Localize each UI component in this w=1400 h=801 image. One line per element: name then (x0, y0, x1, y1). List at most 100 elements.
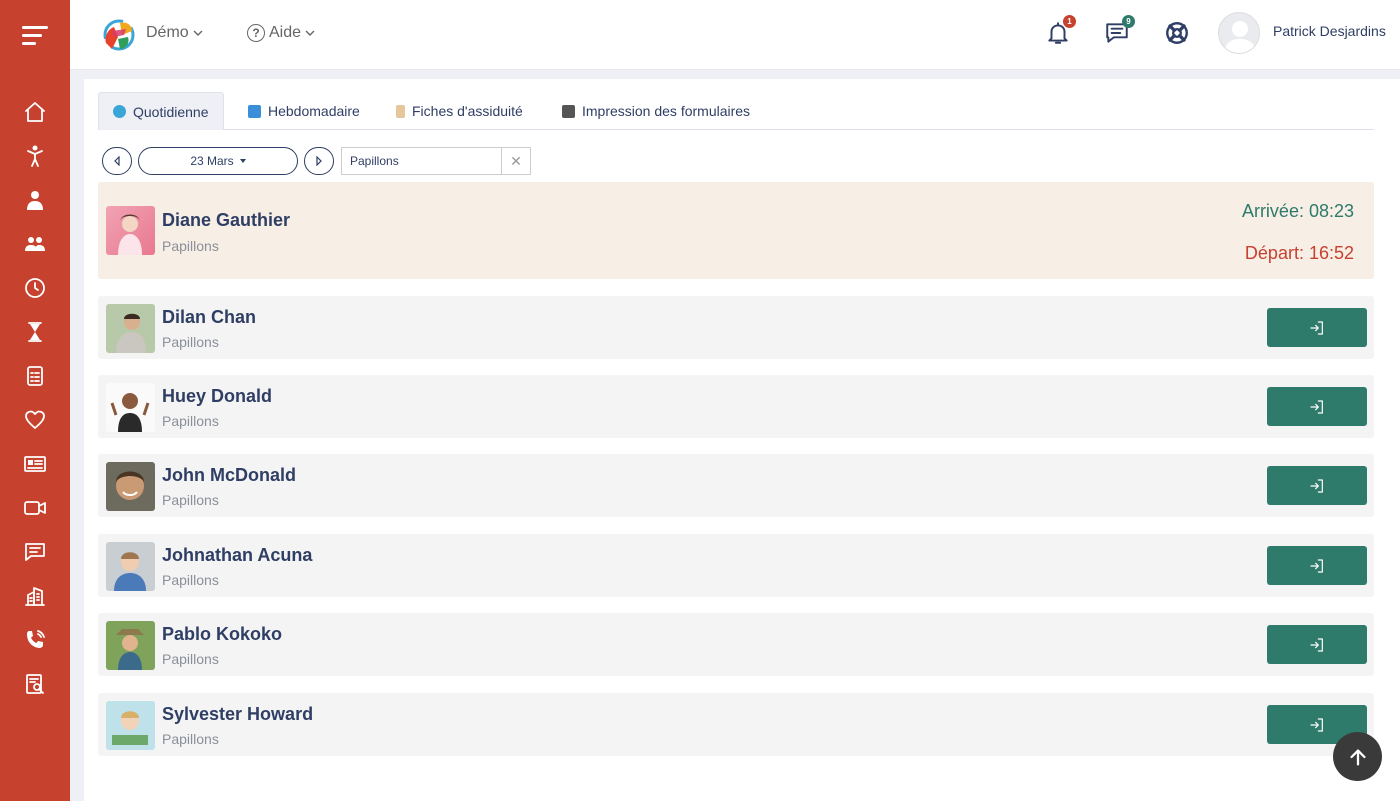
child-photo (106, 542, 155, 591)
org-menu[interactable]: Démo (146, 24, 203, 42)
child-name: Johnathan Acuna (162, 545, 313, 565)
triangle-right-icon (316, 156, 322, 166)
check-in-button[interactable] (1267, 308, 1367, 347)
report-icon[interactable] (22, 671, 48, 697)
sign-in-icon (1310, 320, 1323, 335)
notifications-button[interactable]: 1 (1045, 15, 1076, 48)
sign-in-icon (1310, 478, 1323, 493)
support-button[interactable] (1164, 20, 1192, 48)
clock-icon[interactable] (22, 275, 48, 301)
triangle-left-icon (114, 156, 120, 166)
group-filter[interactable]: Papillons ✕ (341, 147, 531, 175)
child-photo (106, 701, 155, 750)
clear-filter-icon[interactable]: ✕ (501, 148, 530, 174)
staff-icon[interactable] (22, 187, 48, 213)
check-in-button[interactable] (1267, 625, 1367, 664)
attendance-panel: Quotidienne Hebdomadaire Fiches d'assidu… (84, 79, 1400, 801)
notifications-badge: 1 (1063, 15, 1076, 28)
video-icon[interactable] (22, 495, 48, 521)
help-menu[interactable]: ? Aide (247, 24, 315, 42)
user-silhouette-icon (1224, 21, 1256, 53)
child-photo (106, 462, 155, 511)
child-group: Papillons (162, 651, 219, 667)
group-filter-value[interactable]: Papillons (342, 148, 501, 174)
user-avatar[interactable] (1218, 12, 1260, 54)
child-row[interactable]: Pablo Kokoko Papillons (98, 613, 1374, 676)
message-icon[interactable] (22, 539, 48, 565)
checklist-icon[interactable] (22, 363, 48, 389)
heart-icon[interactable] (22, 407, 48, 433)
child-row[interactable]: Sylvester Howard Papillons (98, 693, 1374, 756)
tab-daily[interactable]: Quotidienne (98, 92, 224, 130)
sign-in-icon (1310, 558, 1323, 573)
child-group: Papillons (162, 334, 219, 350)
check-in-button[interactable] (1267, 546, 1367, 585)
building-icon[interactable] (22, 583, 48, 609)
child-name: Huey Donald (162, 386, 273, 406)
phone-icon[interactable] (22, 627, 48, 653)
child-row[interactable]: John McDonald Papillons (98, 454, 1374, 517)
check-in-button[interactable] (1267, 387, 1367, 426)
sign-in-icon (1310, 399, 1323, 414)
child-row-present[interactable]: Diane Gauthier Papillons Arrivée: 08:23 … (98, 182, 1374, 279)
tab-print-forms-label: Impression des formulaires (582, 103, 751, 119)
tab-weekly-label: Hebdomadaire (268, 103, 360, 119)
hourglass-icon[interactable] (22, 319, 48, 345)
clock-icon (113, 105, 126, 118)
arrival-time: Arrivée: 08:23 (1241, 201, 1354, 221)
child-name: John McDonald (162, 465, 296, 485)
departure-time: Départ: 16:52 (1244, 243, 1354, 263)
child-name: Pablo Kokoko (162, 624, 283, 644)
date-picker-label: 23 Mars (190, 154, 234, 168)
sidebar (0, 0, 70, 801)
user-name[interactable]: Patrick Desjardins (1273, 23, 1386, 39)
view-tabs: Quotidienne Hebdomadaire Fiches d'assidu… (98, 92, 1374, 130)
previous-day-button[interactable] (102, 147, 132, 175)
top-header: Démo ? Aide 1 9 Patrick Desjardins (70, 0, 1400, 70)
child-name: Diane Gauthier (162, 210, 291, 230)
check-in-button[interactable] (1267, 466, 1367, 505)
tab-weekly[interactable]: Hebdomadaire (234, 92, 374, 130)
home-icon[interactable] (22, 99, 48, 125)
logo-icon (103, 19, 135, 51)
arrow-up-icon (1349, 748, 1366, 765)
child-name: Dilan Chan (162, 307, 257, 327)
org-menu-label: Démo (146, 24, 189, 41)
tab-attendance-sheets[interactable]: Fiches d'assiduité (382, 92, 537, 130)
hand-icon (396, 104, 405, 118)
tab-print-forms[interactable]: Impression des formulaires (548, 92, 764, 130)
sign-in-icon (1310, 637, 1323, 652)
groups-icon[interactable] (22, 231, 48, 257)
printer-icon (562, 104, 575, 118)
calendar-icon (248, 104, 261, 118)
lifebuoy-icon (1166, 22, 1188, 44)
messages-button[interactable]: 9 (1104, 15, 1135, 48)
child-photo (106, 304, 155, 353)
next-day-button[interactable] (304, 147, 334, 175)
child-icon[interactable] (22, 143, 48, 169)
question-icon: ? (247, 24, 265, 42)
menu-toggle-icon[interactable] (22, 26, 48, 46)
tab-attendance-sheets-label: Fiches d'assiduité (412, 103, 523, 119)
child-name: Sylvester Howard (162, 704, 314, 724)
child-group: Papillons (162, 413, 219, 429)
messages-badge: 9 (1122, 15, 1135, 28)
child-group: Papillons (162, 492, 219, 508)
tab-daily-label: Quotidienne (133, 103, 209, 120)
chevron-down-icon (193, 30, 203, 36)
help-menu-label: Aide (269, 24, 302, 41)
child-row[interactable]: Dilan Chan Papillons (98, 296, 1374, 359)
child-group: Papillons (162, 572, 219, 588)
sign-in-icon (1310, 717, 1323, 732)
chevron-down-icon (305, 30, 315, 36)
child-photo (106, 621, 155, 670)
id-card-icon[interactable] (22, 451, 48, 477)
child-photo (106, 206, 155, 255)
child-row[interactable]: Johnathan Acuna Papillons (98, 534, 1374, 597)
child-group: Papillons (162, 731, 219, 747)
scroll-to-top-button[interactable] (1333, 732, 1382, 781)
child-group: Papillons (162, 238, 219, 254)
date-picker[interactable]: 23 Mars (138, 147, 298, 175)
child-photo (106, 383, 155, 432)
child-row[interactable]: Huey Donald Papillons (98, 375, 1374, 438)
